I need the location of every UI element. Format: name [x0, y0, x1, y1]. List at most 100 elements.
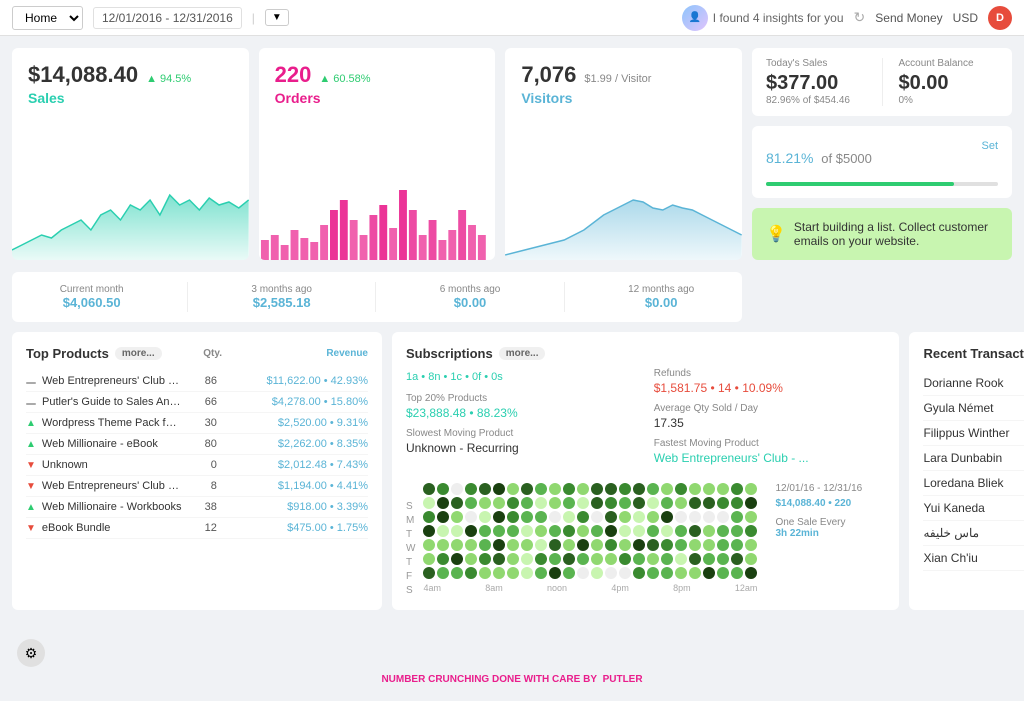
sales-value: $14,088.40	[28, 62, 138, 88]
home-select[interactable]: Home	[12, 6, 83, 30]
heatmap-cell	[717, 511, 729, 523]
revenue-header: Revenue	[228, 348, 368, 359]
heatmap-cell	[437, 539, 449, 551]
heatmap-row	[423, 553, 757, 565]
date-divider: |	[252, 11, 255, 25]
products-list: Web Entrepreneurs' Club - An... 86 $11,6…	[26, 371, 368, 539]
product-qty: 0	[182, 459, 217, 471]
visitors-sub: $1.99 / Visitor	[584, 73, 651, 85]
heatmap-cell	[703, 511, 715, 523]
heatmap-cell	[521, 511, 533, 523]
heatmap-cell	[731, 567, 743, 579]
heatmap-cell	[745, 511, 757, 523]
heatmap-cell	[465, 483, 477, 495]
heatmap-cell	[633, 525, 645, 537]
promo-text: Start building a list. Collect customer …	[794, 220, 998, 248]
table-row: Putler's Guide to Sales Analysi... 66 $4…	[26, 392, 368, 413]
heatmap-cell	[507, 497, 519, 509]
heatmap-cell	[591, 511, 603, 523]
top20-row: Top 20% Products $23,888.48 • 88.23%	[406, 393, 638, 420]
current-month-label: Current month	[60, 284, 124, 295]
refunds-row: Refunds $1,581.75 • 14 • 10.09%	[654, 368, 886, 395]
three-months-value: $2,585.18	[251, 295, 312, 310]
avg-qty-value: 17.35	[654, 416, 886, 430]
goal-bar-fill	[766, 182, 954, 186]
heatmap-cell	[423, 525, 435, 537]
three-months-label: 3 months ago	[251, 284, 312, 295]
heatmap-cell	[717, 567, 729, 579]
list-item: Xian Ch'iu $69.00	[923, 546, 1024, 571]
subs-more[interactable]: more...	[499, 347, 546, 360]
footer-icon: ⚙	[16, 638, 1008, 668]
fastest-value: Web Entrepreneurs' Club - ...	[654, 451, 886, 465]
period-current: Current month $4,060.50	[60, 284, 124, 310]
goal-set-button[interactable]: Set	[981, 140, 998, 152]
heatmap-cell	[563, 511, 575, 523]
heatmap-cell	[647, 539, 659, 551]
send-money-button[interactable]: Send Money	[875, 11, 942, 25]
heatmap-cell	[619, 483, 631, 495]
list-item: ماس خليفه $149.00	[923, 521, 1024, 546]
heatmap-cell	[577, 539, 589, 551]
period-divider-1	[187, 282, 188, 312]
insights-text: I found 4 insights for you	[713, 11, 844, 25]
table-row: ▼ Unknown 0 $2,012.48 • 7.43%	[26, 455, 368, 476]
period-3months: 3 months ago $2,585.18	[251, 284, 312, 310]
heatmap-cell	[731, 497, 743, 509]
heatmap-cell	[563, 497, 575, 509]
heatmap-cell	[619, 525, 631, 537]
heatmap-totals: $14,088.40 • 220	[775, 498, 885, 509]
heatmap-cell	[465, 525, 477, 537]
product-qty: 12	[182, 522, 217, 534]
top-row: $14,088.40 ▲ 94.5% Sales 220	[0, 36, 1024, 272]
list-item: Lara Dunbabin $149.00	[923, 446, 1024, 471]
heatmap-cell	[605, 539, 617, 551]
heatmap-cell	[745, 567, 757, 579]
heatmap-cell	[493, 539, 505, 551]
period-divider-2	[375, 282, 376, 312]
heatmap-cell	[535, 497, 547, 509]
heatmap-cell	[647, 567, 659, 579]
heatmap-cell	[521, 497, 533, 509]
visitors-value: 7,076	[521, 62, 576, 88]
recent-transactions-panel: Recent Transactions more... Dorianne Roo…	[909, 332, 1024, 610]
footer-brand: PUTLER	[603, 674, 643, 685]
heatmap-cell	[661, 567, 673, 579]
date-chevron[interactable]: ▼	[265, 9, 289, 26]
heatmap-cell	[689, 539, 701, 551]
currency-label: USD	[953, 11, 978, 25]
product-revenue: $475.00 • 1.75%	[217, 522, 368, 534]
heatmap-cell	[689, 497, 701, 509]
refresh-icon[interactable]: ↻	[854, 9, 866, 26]
account-balance-sub: 0%	[899, 95, 999, 106]
product-qty: 38	[182, 501, 217, 513]
heatmap-cell	[577, 567, 589, 579]
top-products-more[interactable]: more...	[115, 347, 162, 360]
product-name: eBook Bundle	[42, 522, 182, 534]
heatmap-cell	[437, 553, 449, 565]
heatmap-cell	[549, 525, 561, 537]
heatmap-cell	[675, 525, 687, 537]
product-qty: 86	[182, 375, 217, 387]
heatmap-cell	[689, 525, 701, 537]
heatmap-cell	[703, 539, 715, 551]
heatmap-cell	[675, 567, 687, 579]
heatmap-cell	[605, 567, 617, 579]
one-sale-label: One Sale Every	[775, 517, 885, 528]
heatmap-row	[423, 483, 757, 495]
heatmap-cell	[521, 525, 533, 537]
heatmap-cell	[731, 525, 743, 537]
date-range: 12/01/2016 - 12/31/2016	[93, 7, 242, 29]
heatmap-cell	[591, 567, 603, 579]
today-sales-label: Today's Sales	[766, 58, 866, 69]
heatmap-cell	[717, 539, 729, 551]
heatmap-cell	[451, 525, 463, 537]
heatmap-cell	[479, 511, 491, 523]
heatmap-grid-inner	[423, 483, 757, 579]
user-avatar[interactable]: D	[988, 6, 1012, 30]
sales-up-arrow: ▲	[146, 73, 157, 85]
heatmap-cell	[703, 553, 715, 565]
orders-change: ▲ 60.58%	[319, 73, 370, 85]
heatmap-cell	[745, 483, 757, 495]
heatmap-cell	[465, 567, 477, 579]
